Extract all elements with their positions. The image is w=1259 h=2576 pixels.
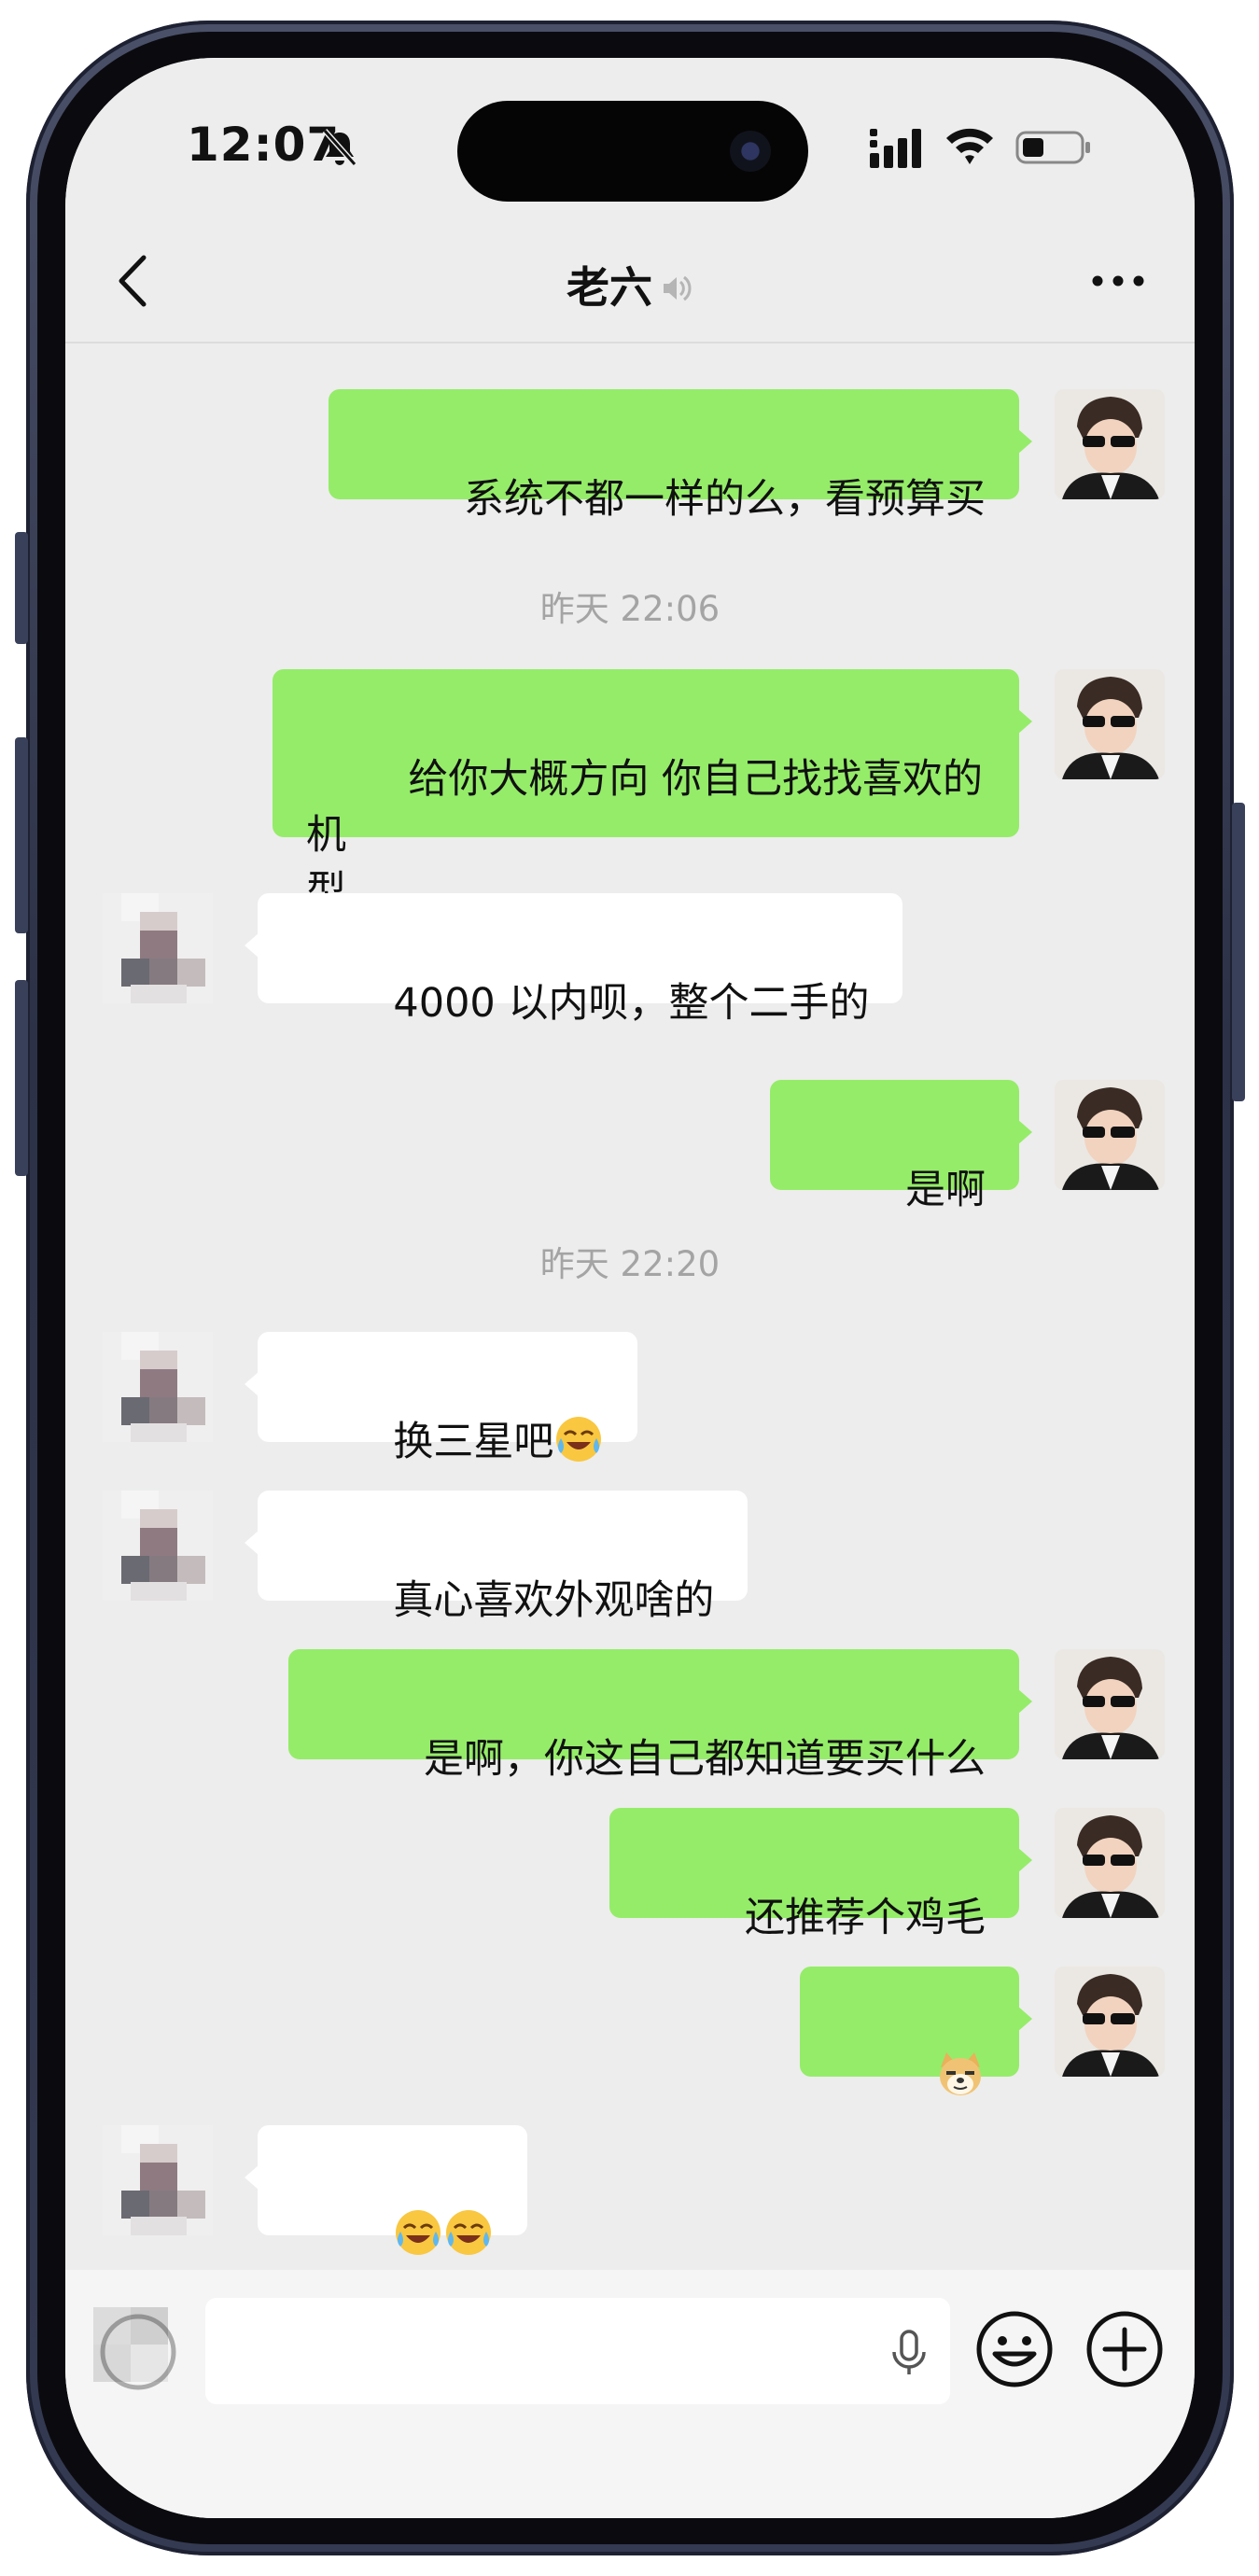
message-bubble[interactable]: 给你大概方向 你自己找找喜欢的机 型 (273, 669, 1032, 915)
chat-header: 12:07 老六 (65, 58, 1195, 343)
avatar[interactable] (103, 893, 213, 1003)
message-bubble[interactable]: 是啊，你这自己都知道要买什么 (287, 1649, 1033, 1783)
avatar[interactable] (1055, 1808, 1165, 1918)
laughing-crying-emoji (556, 1417, 602, 1462)
status-time: 12:07 (187, 118, 341, 172)
avatar[interactable] (1055, 669, 1165, 779)
power-button (1232, 803, 1245, 1101)
user-avatar-image (1055, 1649, 1165, 1759)
avatar[interactable] (1055, 1649, 1165, 1759)
avatar[interactable] (1055, 1967, 1165, 2077)
battery-icon (1015, 131, 1090, 164)
message-input[interactable] (205, 2298, 950, 2404)
timestamp: 昨天 22:06 (539, 589, 720, 629)
message-text: 还推荐个鸡毛 (745, 1895, 986, 1941)
voice-speaker-icon (664, 275, 692, 301)
message-text: 是啊 (905, 1167, 986, 1213)
laughing-crying-emoji (396, 2210, 441, 2255)
message-bubble[interactable] (799, 1967, 1033, 2095)
avatar[interactable] (103, 2125, 213, 2235)
user-avatar-image (1055, 1967, 1165, 2077)
contact-name: 老六 (567, 262, 652, 313)
message-bubble[interactable]: 系统不都一样的么，看预算买 (328, 389, 1033, 523)
avatar[interactable] (1055, 1080, 1165, 1190)
message-bubble[interactable]: 是啊 (769, 1080, 1033, 1213)
contact-avatar-image (103, 2125, 213, 2235)
message-text: 4000 以内呗，整个二手的 (393, 980, 870, 1027)
avatar[interactable] (103, 1332, 213, 1442)
message-text: 系统不都一样的么，看预算买 (464, 476, 986, 523)
avatar[interactable] (1055, 389, 1165, 499)
message-text: 是啊，你这自己都知道要买什么 (424, 1736, 986, 1783)
message-bubble[interactable]: 4000 以内呗，整个二手的 (244, 893, 903, 1027)
volume-up-button (15, 737, 28, 933)
message-text: 给你大概方向 你自己找找喜欢的机 型 (306, 756, 984, 915)
wifi-icon (946, 128, 993, 164)
plus-icon[interactable] (1083, 2307, 1167, 2391)
ellipsis-icon[interactable] (1088, 267, 1148, 295)
contact-avatar-image (103, 893, 213, 1003)
user-avatar-image (1055, 1808, 1165, 1918)
input-bar (65, 2270, 1195, 2518)
message-bubble[interactable] (244, 2125, 528, 2255)
user-avatar-image (1055, 389, 1165, 499)
message-bubble[interactable]: 还推荐个鸡毛 (609, 1808, 1033, 1941)
bell-slash-icon (322, 129, 357, 166)
user-avatar-image (1055, 669, 1165, 779)
message-text: 真心喜欢外观啥的 (393, 1577, 715, 1624)
contact-avatar-image (103, 1491, 213, 1601)
doge-emoji (940, 2052, 981, 2095)
avatar[interactable] (103, 1491, 213, 1601)
voice-toggle-icon[interactable] (93, 2307, 183, 2397)
user-avatar-image (1055, 1080, 1165, 1190)
dynamic-island (457, 101, 808, 202)
message-bubble[interactable]: 换三星吧 (244, 1332, 638, 1465)
action-button (15, 532, 28, 644)
contact-avatar-image (103, 1332, 213, 1442)
screen: 12:07 老六 系统不都一样的么，看预算买 昨天 22:06 给你大概方向 你… (65, 58, 1195, 2518)
message-bubble[interactable]: 真心喜欢外观啥的 (244, 1491, 748, 1624)
chat-title[interactable]: 老六 (65, 254, 1195, 315)
message-text: 换三星吧 (393, 1419, 554, 1465)
laughing-crying-emoji (446, 2210, 492, 2255)
header-divider (65, 342, 1195, 343)
camera-icon (730, 131, 771, 172)
volume-down-button (15, 980, 28, 1176)
microphone-icon[interactable] (883, 2326, 935, 2378)
timestamp: 昨天 22:20 (539, 1244, 720, 1284)
smiley-icon[interactable] (972, 2307, 1056, 2391)
signal-icon (870, 129, 921, 168)
